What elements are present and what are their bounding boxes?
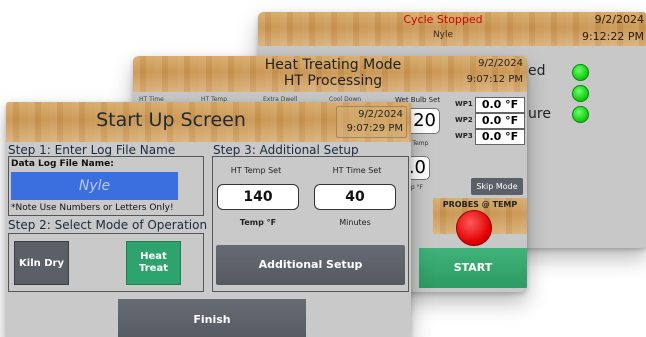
status-date: 9/2/2024: [594, 13, 644, 26]
heat-treat-label-line1: Heat: [140, 251, 167, 262]
wp2-value: 0.0 °F: [475, 113, 525, 129]
status-header-bar: Cycle Stopped Nyle 9/2/2024 9:12:22 PM: [258, 12, 646, 46]
wp3-value: 0.0 °F: [475, 129, 525, 145]
ht-temp-set-input[interactable]: 140: [217, 184, 299, 210]
start-up-screen: Start Up Screen 9/2/2024 9:07:29 PM Step…: [6, 102, 411, 337]
startup-time: 9:07:29 PM: [346, 123, 403, 134]
kiln-dry-button[interactable]: Kiln Dry: [14, 241, 69, 285]
desktop: Cycle Stopped Nyle 9/2/2024 9:12:22 PM e…: [0, 0, 646, 337]
log-file-note: *Note Use Numbers or Letters Only!: [11, 203, 174, 213]
wp1-value: 0.0 °F: [475, 97, 525, 113]
ht-header-bar: Heat Treating Mode HT Processing 9/2/202…: [133, 56, 527, 92]
log-file-name-input[interactable]: Nyle: [11, 172, 178, 200]
step1-heading: Step 1: Enter Log File Name: [8, 143, 176, 157]
probes-at-temp-indicator: [456, 210, 492, 246]
operator-name: Nyle: [432, 30, 454, 40]
cycle-status-text: Cycle Stopped: [403, 13, 483, 26]
finish-button[interactable]: Finish: [118, 299, 306, 337]
data-log-file-name-label: Data Log File Name:: [11, 159, 114, 169]
status-indicator-3: [572, 106, 589, 123]
startup-date: 9/2/2024: [358, 109, 403, 120]
wp3-label: WP3: [455, 132, 473, 140]
startup-clock: 9/2/2024 9:07:29 PM: [336, 106, 407, 138]
probes-at-temp-label: PROBES @ TEMP: [442, 200, 518, 209]
ht-time-set-label: HT Time Set: [332, 166, 382, 175]
startup-title: Start Up Screen: [96, 109, 246, 131]
heat-treat-label-line2: Treat: [139, 263, 168, 274]
ht-time-set-input[interactable]: 40: [314, 184, 396, 210]
ht-time: 9:07:12 PM: [466, 74, 523, 85]
wp2-label: WP2: [455, 116, 473, 124]
heat-treat-button[interactable]: Heat Treat: [126, 241, 181, 285]
ht-temp-set-label: HT Temp Set: [230, 166, 282, 175]
skip-mode-button[interactable]: Skip Mode: [471, 178, 523, 195]
step2-heading: Step 2: Select Mode of Operation: [8, 218, 208, 232]
ht-date: 9/2/2024: [478, 58, 523, 69]
wp1-label: WP1: [455, 100, 473, 108]
time-unit-label: Minutes: [339, 218, 371, 227]
temp-unit-label: Temp °F: [239, 218, 277, 227]
status-label-2: ure: [528, 106, 551, 122]
status-label-1: ed: [528, 63, 546, 79]
status-time: 9:12:22 PM: [581, 30, 644, 43]
status-indicator-2: [572, 85, 589, 102]
ht-mode-title: Heat Treating Mode: [264, 57, 402, 73]
start-button[interactable]: START: [419, 248, 527, 288]
status-indicator-1: [572, 64, 589, 81]
additional-setup-button[interactable]: Additional Setup: [216, 245, 405, 285]
ht-processing-title: HT Processing: [283, 73, 383, 89]
startup-header-bar: Start Up Screen 9/2/2024 9:07:29 PM: [6, 102, 411, 142]
step3-heading: Step 3: Additional Setup: [213, 143, 359, 157]
